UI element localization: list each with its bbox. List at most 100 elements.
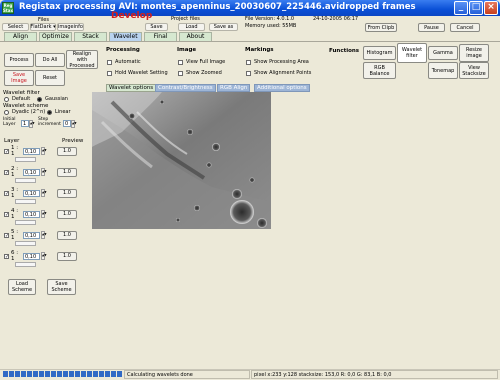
show-processing-area-option[interactable]: Show Processing Area	[246, 59, 309, 65]
view-full-checkbox[interactable]	[178, 59, 183, 65]
files-dropdown[interactable]: FlatDark ▾	[30, 23, 56, 31]
tab-align[interactable]: Align	[4, 32, 37, 41]
step-increment-field[interactable]: 0	[63, 120, 71, 127]
resize-image-button[interactable]: Resize image	[459, 44, 489, 62]
close-button[interactable]: ×	[484, 1, 498, 15]
layer-preview-button[interactable]: 1.0	[57, 167, 77, 177]
automatic-option[interactable]: Automatic	[107, 59, 141, 65]
layer-preview-button[interactable]: 1.0	[57, 251, 77, 261]
pause-button[interactable]: Pause	[418, 23, 445, 32]
default-radio[interactable]	[4, 96, 9, 102]
tab-wavelet[interactable]: Wavelet	[109, 32, 142, 41]
automatic-label: Automatic	[115, 59, 141, 65]
layer-enable-checkbox[interactable]	[4, 232, 9, 238]
cancel-button[interactable]: Cancel	[450, 23, 480, 32]
layer-enable-checkbox[interactable]	[4, 253, 9, 259]
layer-value-field[interactable]: 0,10	[23, 231, 40, 239]
save-scheme-button[interactable]: Save Scheme	[47, 279, 76, 295]
layer-value-field[interactable]: 0,10	[23, 168, 40, 176]
gaussian-radio[interactable]	[37, 96, 42, 102]
subtab-wavelet-options[interactable]: Wavelet options	[106, 84, 157, 92]
layer-slider[interactable]	[15, 157, 36, 162]
layer-preview-button[interactable]: 1.0	[57, 230, 77, 240]
layer-value-field[interactable]: 0,10	[23, 189, 40, 197]
layer-value-spinner[interactable]: ▲▼	[41, 210, 47, 218]
layer-header: Layer	[4, 138, 20, 144]
do-all-button[interactable]: Do All	[35, 53, 65, 67]
rgb-balance-button[interactable]: RGB Balance	[363, 62, 396, 79]
layer-enable-checkbox[interactable]	[4, 190, 9, 196]
layer-value-field[interactable]: 0,10	[23, 210, 40, 218]
layer-value-spinner[interactable]: ▲▼	[41, 252, 47, 260]
gamma-button[interactable]: Gamma	[428, 46, 458, 60]
lunar-image[interactable]	[92, 92, 271, 229]
select-button[interactable]: Select	[2, 23, 29, 31]
layer-enable-checkbox[interactable]	[4, 211, 9, 217]
step-increment-spinner[interactable]: ▲▼	[71, 120, 77, 128]
save-image-button[interactable]: Save Image	[4, 70, 34, 86]
layer-value-field[interactable]: 0,10	[23, 252, 40, 260]
layer-enable-checkbox[interactable]	[4, 148, 9, 154]
view-stacksize-button[interactable]: View Stacksize	[459, 62, 489, 79]
layer-label: 6 : 1	[11, 250, 19, 262]
hold-wavelet-option[interactable]: Hold Wavelet Setting	[107, 70, 168, 76]
imageinfo-button[interactable]: imageinfo	[57, 23, 84, 31]
layer-label: 5 : 1	[11, 229, 19, 241]
gaussian-radio-option[interactable]: Gaussian	[37, 96, 68, 102]
initial-layer-field[interactable]: 1	[21, 120, 29, 127]
layer-value-spinner[interactable]: ▲▼	[41, 189, 47, 197]
linear-radio-option[interactable]: Linear	[47, 109, 71, 115]
linear-radio[interactable]	[47, 109, 52, 115]
subtab-contrast-brightness[interactable]: Contrast/Brightness	[155, 84, 216, 92]
save-as-button[interactable]: Save as	[209, 23, 238, 31]
reset-button[interactable]: Reset	[35, 70, 65, 86]
pixel-info: pixel x:233 y:128 stacksize: 153,0 R: 0,…	[251, 370, 498, 379]
tab-stack[interactable]: Stack	[74, 32, 107, 41]
show-zoomed-checkbox[interactable]	[178, 70, 183, 76]
layer-slider[interactable]	[15, 220, 36, 225]
hold-wavelet-checkbox[interactable]	[107, 70, 112, 76]
layer-preview-button[interactable]: 1.0	[57, 188, 77, 198]
from-clipboard-button[interactable]: From Clipb	[365, 23, 397, 32]
lunar-surface-image	[92, 92, 271, 229]
subtab-additional-options[interactable]: Additional options	[254, 84, 310, 92]
maximize-button[interactable]: □	[469, 1, 483, 15]
dyadic-radio[interactable]	[4, 109, 9, 115]
progress-block	[117, 371, 122, 377]
progress-block	[69, 371, 74, 377]
layer-slider[interactable]	[15, 262, 36, 267]
layer-value-spinner[interactable]: ▲▼	[41, 231, 47, 239]
tab-optimize[interactable]: Optimize	[39, 32, 72, 41]
view-full-option[interactable]: View Full Image	[178, 59, 225, 65]
dyadic-radio-option[interactable]: Dyadic (2^n)	[4, 109, 45, 115]
initial-layer-spinner[interactable]: ▲▼	[29, 120, 35, 128]
layer-value-spinner[interactable]: ▲▼	[41, 147, 47, 155]
layer-preview-button[interactable]: 1.0	[57, 209, 77, 219]
show-processing-area-checkbox[interactable]	[246, 59, 251, 65]
tab-final[interactable]: Final	[144, 32, 177, 41]
layer-value-field[interactable]: 0,10	[23, 147, 40, 155]
load-scheme-button[interactable]: Load Scheme	[8, 279, 36, 295]
subtab-rgb-align[interactable]: RGB Align	[217, 84, 251, 92]
view-full-label: View Full Image	[186, 59, 226, 65]
histogram-button[interactable]: Histogram	[363, 46, 396, 60]
layer-value-spinner[interactable]: ▲▼	[41, 168, 47, 176]
tab-about[interactable]: About	[179, 32, 212, 41]
layer-slider[interactable]	[15, 241, 36, 246]
process-button[interactable]: Process	[4, 53, 34, 67]
realign-button[interactable]: Realign with Processed	[66, 50, 98, 69]
wavelet-filter-button[interactable]: Wavelet filter	[397, 43, 427, 63]
save-button[interactable]: Save	[145, 23, 168, 31]
show-zoomed-option[interactable]: Show Zoomed	[178, 70, 222, 76]
automatic-checkbox[interactable]	[107, 59, 112, 65]
layer-slider[interactable]	[15, 199, 36, 204]
tonemap-button[interactable]: Tonemap	[428, 62, 458, 79]
show-alignment-points-option[interactable]: Show Alignment Points	[246, 70, 311, 76]
load-button[interactable]: Load	[178, 23, 205, 31]
default-radio-option[interactable]: Default	[4, 96, 30, 102]
layer-slider[interactable]	[15, 178, 36, 183]
layer-enable-checkbox[interactable]	[4, 169, 9, 175]
show-alignment-points-checkbox[interactable]	[246, 70, 251, 76]
minimize-button[interactable]: _	[454, 1, 468, 15]
layer-preview-button[interactable]: 1.0	[57, 146, 77, 156]
